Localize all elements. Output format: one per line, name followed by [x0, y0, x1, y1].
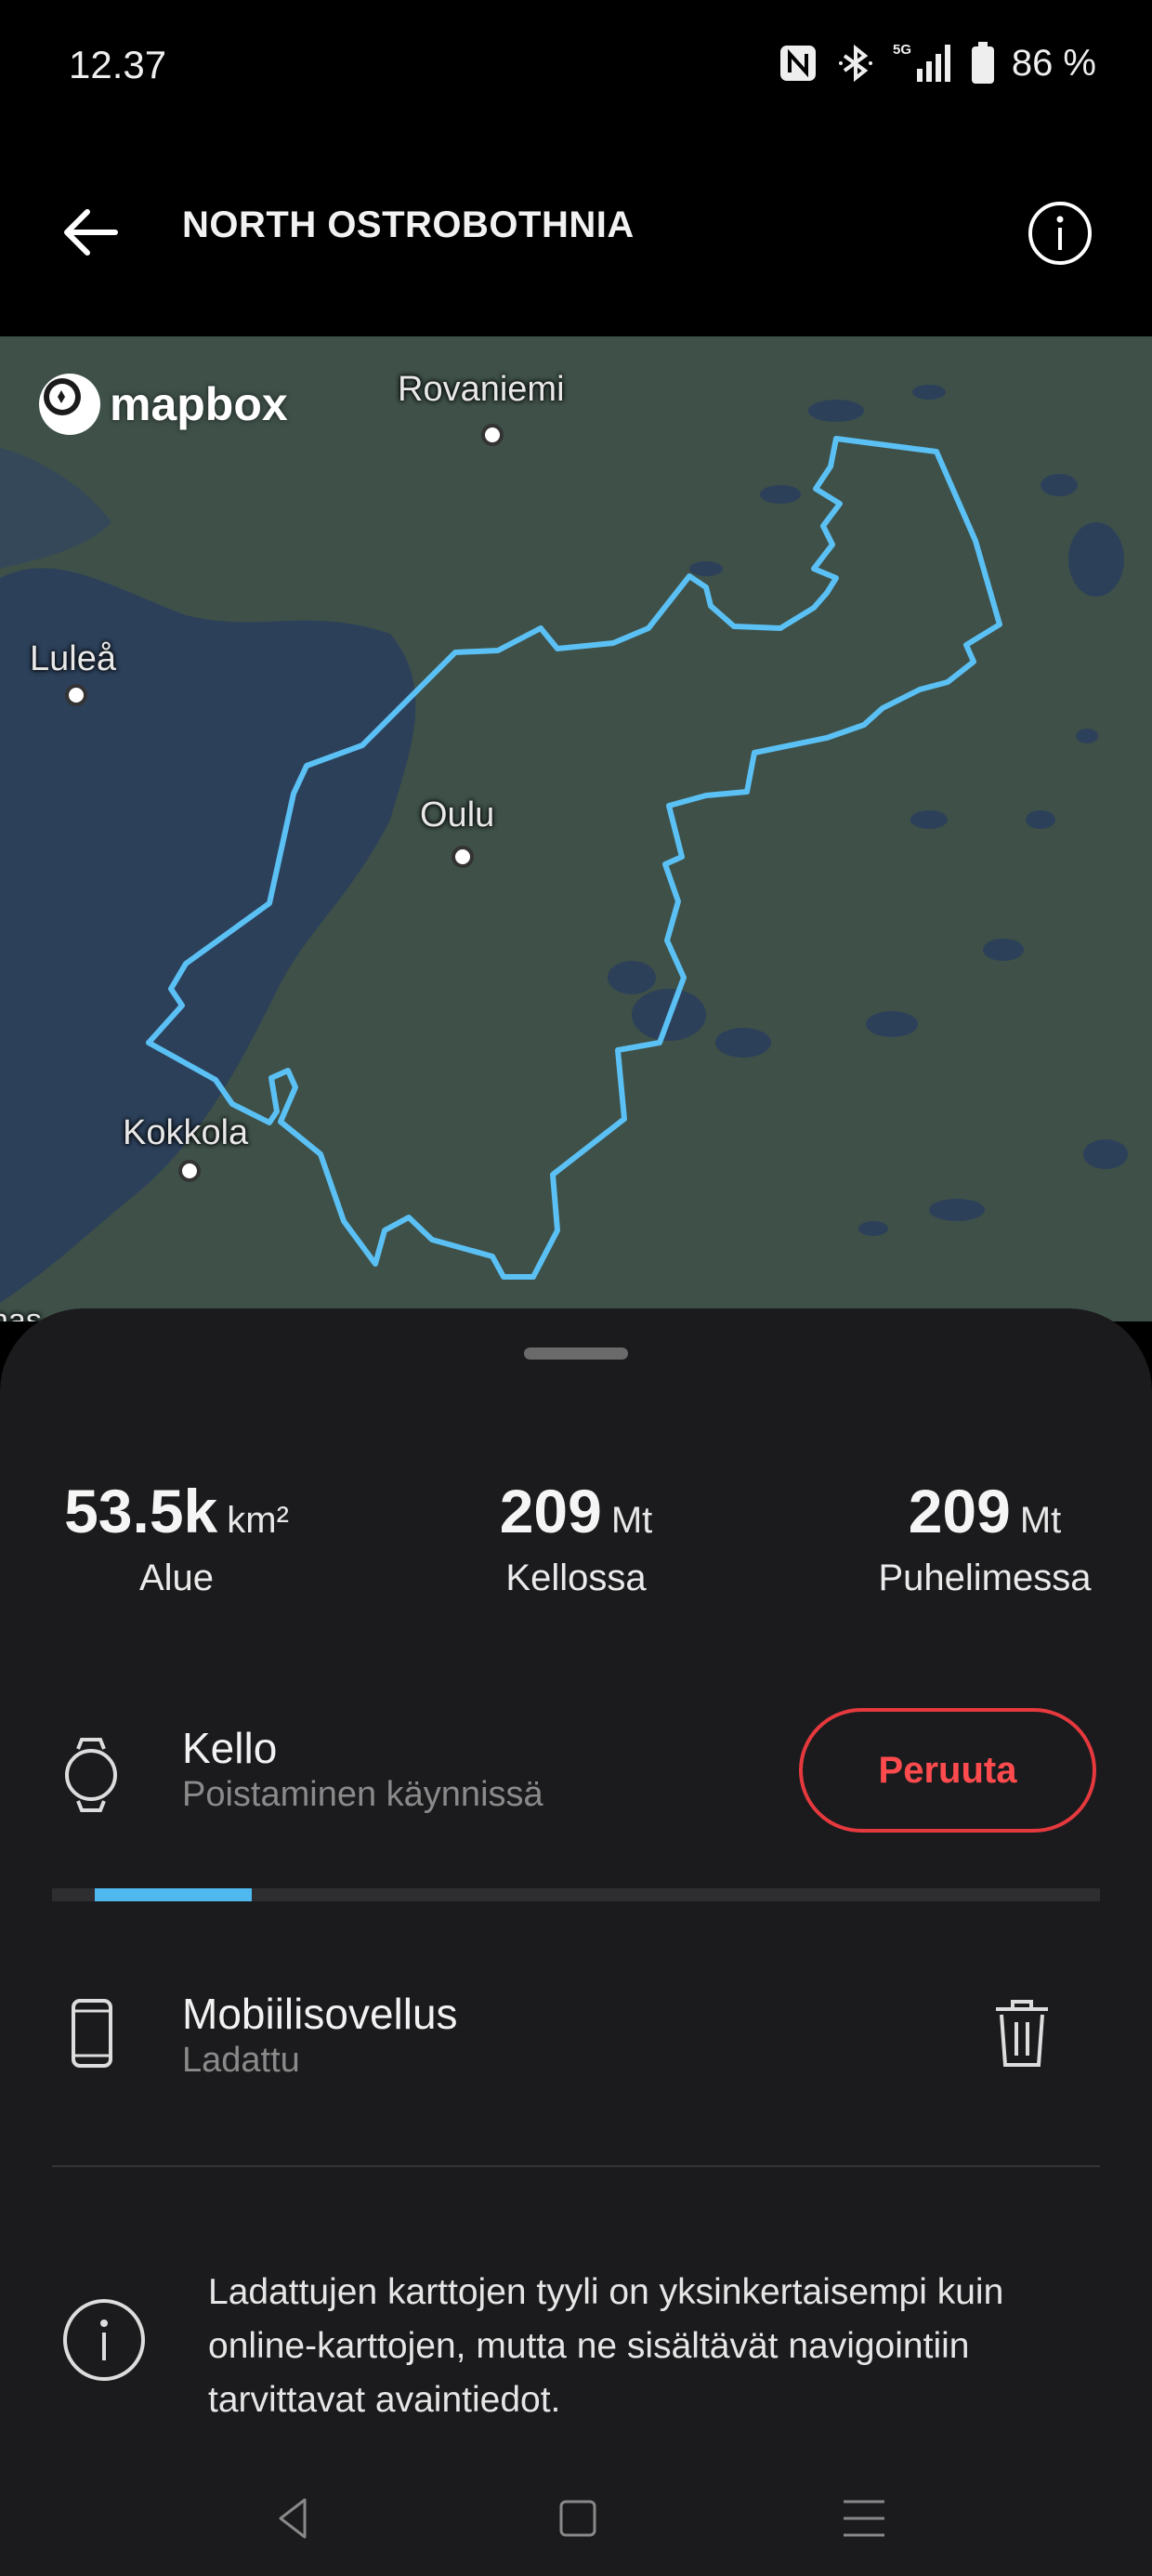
region-map[interactable]: mapbox Rovaniemi Luleå Oulu Kokkola nas [0, 336, 1152, 1321]
bluetooth-icon [838, 44, 872, 83]
mapbox-attribution: mapbox [110, 378, 288, 430]
nav-home-icon[interactable] [550, 2491, 606, 2546]
divider [52, 2165, 1100, 2167]
info-circle-icon [1028, 202, 1092, 265]
city-label-lulea: Luleå [30, 639, 116, 678]
phone-title: Mobiilisovellus [182, 1990, 458, 2038]
stat-watch-size: 209 Mt Kellossa [437, 1476, 715, 1599]
signal-icon: 5G [893, 42, 950, 82]
edge-city-label: nas [0, 1303, 42, 1321]
system-nav-bar [0, 2463, 1152, 2576]
city-label-kokkola: Kokkola [123, 1113, 249, 1152]
arrow-left-icon [64, 209, 118, 256]
watch-icon [65, 1738, 117, 1812]
status-time: 12.37 [69, 43, 167, 86]
sheet-drag-handle[interactable] [524, 1347, 628, 1360]
battery-percent: 86 % [1011, 42, 1096, 84]
network-label: 5G [893, 42, 911, 58]
city-label-rovaniemi: Rovaniemi [398, 370, 565, 409]
stat-area: 53.5k km² Alue [37, 1476, 316, 1599]
stat-value: 209 [499, 1477, 602, 1545]
trash-icon [996, 2000, 1048, 2067]
info-button[interactable] [1026, 199, 1094, 268]
delete-progress-fill [95, 1888, 253, 1901]
bottom-sheet: 53.5k km² Alue 209 Mt Kellossa 209 Mt Puhel… [0, 1308, 1152, 2576]
city-marker [65, 684, 87, 706]
city-marker [452, 846, 474, 868]
nav-back-icon[interactable] [266, 2491, 321, 2546]
stat-label: Puhelimessa [878, 1557, 1092, 1598]
nav-menu-icon[interactable] [836, 2491, 892, 2546]
phone-status: Ladattu [182, 2041, 300, 2080]
mapbox-logo: mapbox [39, 374, 288, 435]
cancel-button[interactable]: Peruuta [799, 1708, 1096, 1833]
battery-icon [971, 42, 994, 84]
map-canvas [0, 336, 1152, 1321]
mapbox-icon [39, 374, 100, 435]
phone-icon [72, 1999, 112, 2068]
stat-unit: Mt [1019, 1500, 1062, 1541]
stat-value: 53.5k [64, 1477, 218, 1545]
stat-unit: km² [227, 1500, 289, 1541]
watch-status: Poistaminen käynnissä [182, 1775, 543, 1814]
page-title: NORTH OSTROBOTHNIA [182, 204, 635, 245]
stat-label: Kellossa [505, 1557, 647, 1598]
stat-unit: Mt [610, 1500, 653, 1541]
stat-phone-size: 209 Mt Puhelimessa [836, 1476, 1133, 1599]
city-marker [178, 1160, 201, 1182]
stat-label: Alue [138, 1557, 215, 1598]
status-bar: 12.37 5G 86 % [0, 0, 1152, 139]
city-marker [481, 424, 504, 446]
back-button[interactable] [54, 195, 128, 269]
watch-title: Kello [182, 1724, 278, 1772]
status-icons: 5G 86 % [778, 41, 1096, 85]
info-circle-icon [63, 2299, 145, 2381]
city-label-oulu: Oulu [420, 795, 495, 835]
info-note-text: Ladattujen karttojen tyyli on yksinkerta… [208, 2272, 1004, 2420]
delete-progress-bar [52, 1888, 1100, 1901]
stat-value: 209 [908, 1477, 1011, 1545]
nfc-icon [779, 46, 816, 81]
delete-button[interactable] [988, 1996, 1055, 2070]
